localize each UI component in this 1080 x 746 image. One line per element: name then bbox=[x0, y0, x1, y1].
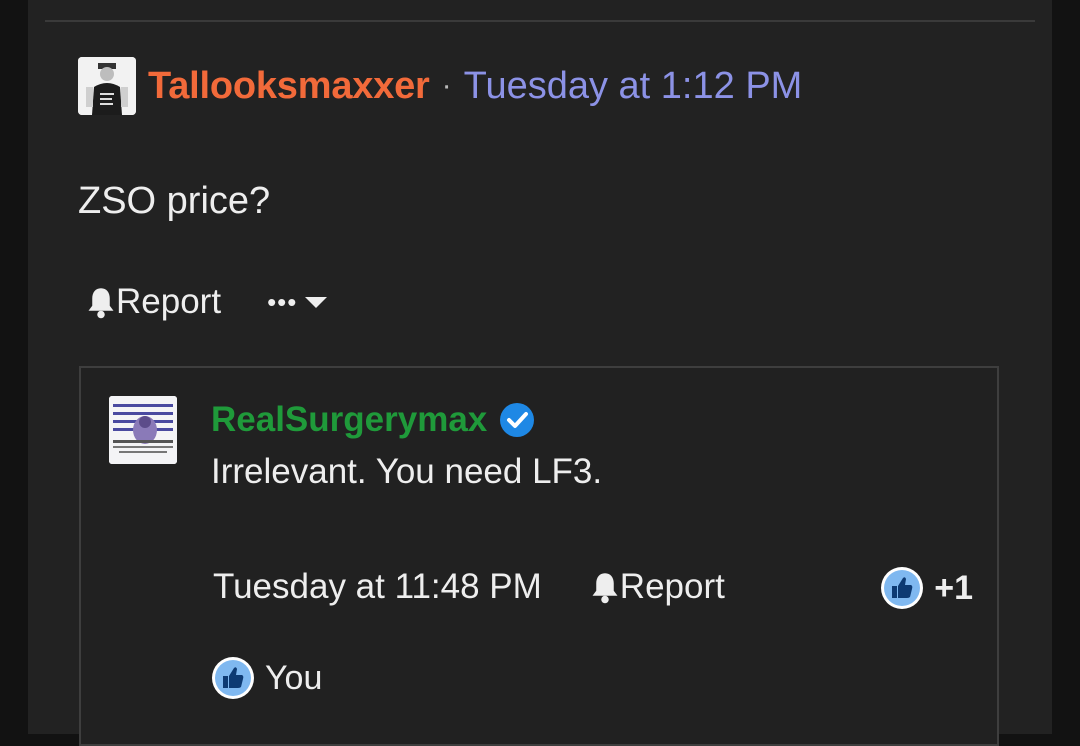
post-actions: Report ••• bbox=[86, 282, 329, 322]
post-timestamp[interactable]: Tuesday at 1:12 PM bbox=[464, 65, 803, 108]
reaction-summary[interactable]: You bbox=[211, 656, 322, 700]
reply-card: RealSurgerymax Irrelevant. You need LF3.… bbox=[79, 366, 999, 746]
more-dots: ••• bbox=[267, 286, 298, 317]
divider bbox=[45, 20, 1035, 22]
reply-meta: Tuesday at 11:48 PM Report +1 bbox=[213, 564, 973, 610]
thumbs-up-icon bbox=[881, 567, 924, 609]
post-username[interactable]: Tallooksmaxxer bbox=[148, 65, 430, 108]
reacted-by: You bbox=[265, 658, 323, 697]
report-label: Report bbox=[116, 282, 222, 321]
reply-avatar-image bbox=[109, 396, 177, 464]
chevron-down-icon bbox=[305, 297, 328, 308]
reply-username[interactable]: RealSurgerymax bbox=[211, 400, 487, 440]
bell-icon bbox=[88, 288, 114, 319]
reply-report-label: Report bbox=[619, 567, 725, 606]
reaction-count: +1 bbox=[934, 568, 973, 607]
report-button[interactable]: Report bbox=[86, 282, 221, 322]
like-button[interactable]: +1 bbox=[880, 566, 973, 610]
reply-text: Irrelevant. You need LF3. bbox=[211, 452, 603, 491]
avatar-image bbox=[78, 57, 136, 115]
avatar[interactable] bbox=[78, 57, 136, 115]
more-options-button[interactable]: ••• bbox=[267, 287, 329, 318]
verified-check-icon bbox=[500, 403, 535, 437]
separator: · bbox=[441, 69, 452, 102]
post-body: ZSO price? bbox=[78, 180, 271, 222]
reply-user-line: RealSurgerymax bbox=[211, 400, 535, 440]
reply-report-button[interactable]: Report bbox=[590, 567, 725, 607]
reply-avatar[interactable] bbox=[109, 396, 177, 464]
reply-timestamp[interactable]: Tuesday at 11:48 PM bbox=[213, 567, 542, 607]
post-header: Tallooksmaxxer · Tuesday at 1:12 PM bbox=[78, 56, 802, 116]
bell-icon bbox=[592, 573, 618, 604]
thumbs-up-icon bbox=[212, 657, 254, 699]
